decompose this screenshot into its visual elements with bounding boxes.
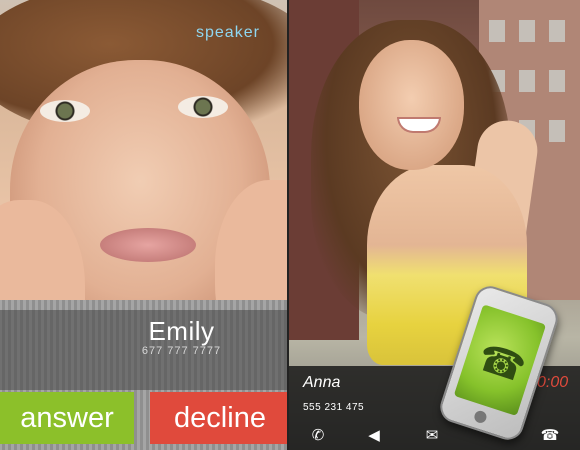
building-window	[549, 120, 565, 142]
caller-number: 677 777 7777	[141, 345, 222, 357]
app-logo-screen: ☎	[453, 304, 547, 416]
decline-button[interactable]: decline	[150, 392, 290, 444]
dialer-comparison: speaker Emily 677 777 7777 answer declin…	[0, 0, 580, 450]
contact-photo	[359, 40, 464, 170]
phone-icon[interactable]: ✆	[307, 424, 329, 446]
speaker-button[interactable]: speaker	[196, 24, 260, 42]
building-window	[549, 70, 565, 92]
caller-name: Emily	[148, 316, 215, 346]
caller-photo-lips	[100, 228, 196, 262]
contact-number: 555 231 475	[303, 402, 365, 413]
answer-button[interactable]: answer	[0, 392, 134, 444]
hangup-icon[interactable]: ☎	[539, 424, 561, 446]
caller-photo-eye-right	[178, 96, 228, 118]
building-window	[519, 70, 535, 92]
incoming-call-screen: speaker Emily 677 777 7777 answer	[0, 0, 287, 450]
building-window	[489, 20, 505, 42]
mail-icon[interactable]: ✉	[421, 424, 443, 446]
contact-name: Anna	[303, 374, 341, 391]
caller-photo-eye-left	[40, 100, 90, 122]
speaker-icon[interactable]: ◀	[363, 424, 385, 446]
call-timer: 0:00	[537, 374, 569, 391]
building-window	[549, 20, 565, 42]
building-window	[519, 20, 535, 42]
home-button-icon	[472, 409, 488, 425]
telephone-icon: ☎	[472, 336, 531, 392]
